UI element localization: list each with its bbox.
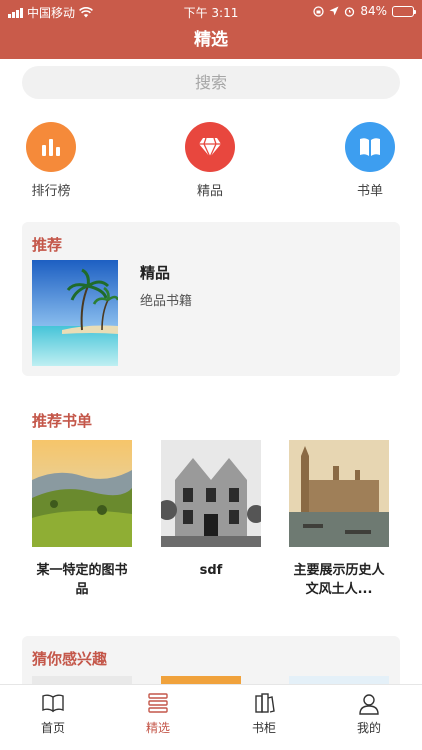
booklist-title: 主要展示历史人文风土人... (293, 563, 385, 597)
status-right: 84% (313, 4, 416, 18)
person-icon (329, 693, 409, 715)
booklist-item[interactable]: sdf (161, 440, 261, 580)
booklist-item[interactable]: 某一特定的图书品 (32, 440, 132, 599)
search-input[interactable]: 搜索 (22, 66, 400, 99)
diamond-icon (185, 122, 235, 172)
recommend-section-title: 推荐 (32, 236, 63, 254)
mansion-photo-image (161, 440, 261, 547)
tab-label: 我的 (356, 721, 381, 735)
battery-percent: 84% (360, 4, 387, 18)
recommend-card[interactable]: 推荐 精品 绝品书籍 (22, 222, 400, 376)
parliament-painting-image (289, 440, 389, 547)
book-icon (345, 122, 395, 172)
tab-bar: 首页 精选 书柜 我的 (0, 684, 422, 750)
booklist-title: sdf (199, 563, 223, 578)
recommend-title: 精品 (140, 264, 171, 282)
entry-premium[interactable]: 精品 (170, 122, 250, 199)
alarm-icon (345, 6, 355, 17)
booklist-title: 某一特定的图书品 (36, 563, 128, 597)
open-book-icon (13, 693, 93, 715)
stack-icon (118, 693, 198, 715)
tab-profile[interactable]: 我的 (329, 693, 409, 736)
booklist-item[interactable]: 主要展示历史人文风土人... (289, 440, 389, 599)
booklist-section-title: 推荐书单 (32, 412, 93, 430)
entry-label: 书单 (356, 184, 383, 199)
interest-section-title: 猜你感兴趣 (32, 650, 108, 668)
hills-landscape-image (32, 440, 132, 547)
tab-label: 书柜 (251, 721, 276, 735)
page-title: 精选 (0, 22, 422, 59)
tab-bookshelf[interactable]: 书柜 (224, 693, 304, 736)
location-icon (329, 6, 339, 16)
bar-chart-icon (26, 122, 76, 172)
tab-featured[interactable]: 精选 (118, 693, 198, 736)
beach-palm-trees-image[interactable] (32, 260, 118, 366)
entry-label: 精品 (196, 184, 223, 199)
entry-label: 排行榜 (31, 184, 71, 199)
entry-ranking[interactable]: 排行榜 (11, 122, 91, 199)
tab-label: 首页 (40, 721, 65, 735)
status-bar: 中国移动 下午 3:11 84% (0, 0, 422, 22)
entry-booklist[interactable]: 书单 (330, 122, 410, 199)
bookshelf-icon (224, 693, 304, 715)
tab-label: 精选 (145, 721, 170, 735)
tab-home[interactable]: 首页 (13, 693, 93, 736)
recommend-description: 绝品书籍 (140, 294, 193, 309)
lock-rotation-icon (313, 5, 324, 17)
battery-icon (392, 5, 416, 17)
